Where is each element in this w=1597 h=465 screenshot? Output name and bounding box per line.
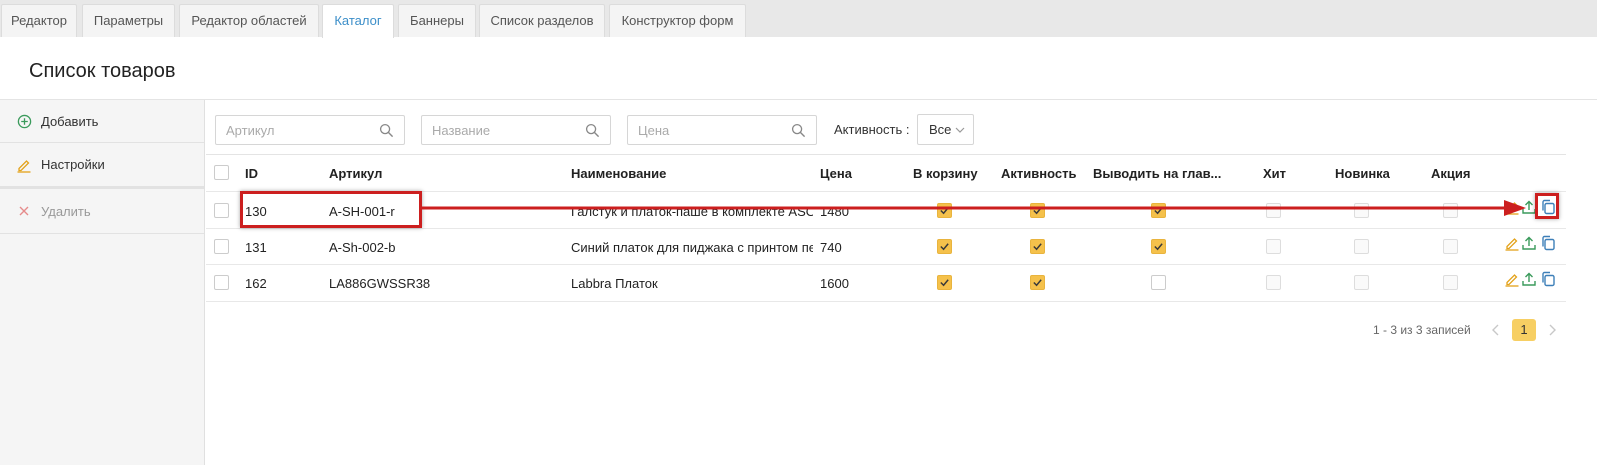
row-checkbox[interactable]: [214, 239, 229, 254]
header-article[interactable]: Артикул: [329, 166, 382, 181]
row-name[interactable]: Галстук и платок-паше в комплекте ASOS: [571, 204, 813, 219]
x-icon: [16, 203, 32, 219]
row-id: 131: [245, 240, 267, 255]
row-checkbox[interactable]: [214, 203, 229, 218]
plus-circle-icon: [16, 113, 32, 129]
header-sale[interactable]: Акция: [1431, 166, 1470, 181]
row-hit-checkbox[interactable]: [1266, 239, 1281, 254]
row-new-checkbox[interactable]: [1354, 239, 1369, 254]
price-filter-input[interactable]: [628, 116, 778, 144]
activity-filter-value: Все: [929, 122, 952, 137]
row-hit-checkbox[interactable]: [1266, 275, 1281, 290]
row-divider: [206, 301, 1566, 302]
name-filter: [421, 115, 611, 145]
article-filter: [215, 115, 405, 145]
highlight-box-copy: [1535, 193, 1559, 219]
activity-filter-label: Активность :: [834, 122, 910, 137]
row-name[interactable]: Синий платок для пиджака с принтом пейсл…: [571, 240, 813, 255]
edit-icon[interactable]: [1504, 199, 1520, 215]
copy-icon[interactable]: [1540, 235, 1556, 251]
row-price: 1480: [820, 204, 849, 219]
row-divider: [206, 264, 1566, 265]
row-main-checkbox[interactable]: [1151, 275, 1166, 290]
row-active-checkbox[interactable]: [1030, 203, 1045, 218]
row-cart-checkbox[interactable]: [937, 239, 952, 254]
upload-icon[interactable]: [1521, 235, 1537, 251]
chevron-down-icon: [954, 124, 966, 136]
edit-icon[interactable]: [1504, 235, 1520, 251]
tab-area-editor[interactable]: Редактор областей: [179, 4, 319, 37]
annotation-arrow: [422, 200, 1526, 216]
row-cart-checkbox[interactable]: [937, 275, 952, 290]
row-hit-checkbox[interactable]: [1266, 203, 1281, 218]
header-active[interactable]: Активность: [1001, 166, 1076, 181]
row-price: 740: [820, 240, 842, 255]
row-active-checkbox[interactable]: [1030, 239, 1045, 254]
row-new-checkbox[interactable]: [1354, 275, 1369, 290]
header-price[interactable]: Цена: [820, 166, 852, 181]
name-filter-input[interactable]: [422, 116, 572, 144]
tab-section-list[interactable]: Список разделов: [479, 4, 605, 37]
delete-button[interactable]: Удалить: [0, 189, 204, 234]
price-filter: [627, 115, 817, 145]
row-divider: [206, 228, 1566, 229]
header-cart[interactable]: В корзину: [913, 166, 978, 181]
article-filter-input[interactable]: [216, 116, 366, 144]
tab-bar: Редактор Параметры Редактор областей Кат…: [0, 0, 1597, 38]
row-active-checkbox[interactable]: [1030, 275, 1045, 290]
header-id[interactable]: ID: [245, 166, 258, 181]
add-button[interactable]: Добавить: [0, 100, 204, 143]
chevron-left-icon[interactable]: [1490, 322, 1502, 338]
row-main-checkbox[interactable]: [1151, 203, 1166, 218]
row-main-checkbox[interactable]: [1151, 239, 1166, 254]
search-icon[interactable]: [379, 123, 394, 138]
copy-icon[interactable]: [1540, 271, 1556, 287]
settings-button[interactable]: Настройки: [0, 143, 204, 186]
activity-filter-select[interactable]: Все: [917, 114, 974, 145]
select-all-checkbox[interactable]: [214, 165, 229, 180]
title-divider: [0, 99, 1597, 100]
row-sale-checkbox[interactable]: [1443, 203, 1458, 218]
table-top-divider: [206, 154, 1566, 155]
highlight-box-row: [240, 191, 422, 228]
add-label: Добавить: [41, 113, 99, 129]
tab-form-builder[interactable]: Конструктор форм: [609, 4, 746, 37]
pager-page-button[interactable]: 1: [1512, 319, 1536, 341]
row-name[interactable]: Labbra Платок: [571, 276, 813, 291]
row-sale-checkbox[interactable]: [1443, 275, 1458, 290]
header-name[interactable]: Наименование: [571, 166, 666, 181]
header-new[interactable]: Новинка: [1335, 166, 1390, 181]
search-icon[interactable]: [791, 123, 806, 138]
tab-parameters[interactable]: Параметры: [82, 4, 175, 37]
sidebar: Добавить Настройки Удалить: [0, 100, 205, 465]
tab-banners[interactable]: Баннеры: [398, 4, 476, 37]
tab-editor[interactable]: Редактор: [1, 4, 77, 37]
pencil-icon: [16, 157, 32, 173]
row-price: 1600: [820, 276, 849, 291]
row-article: LA886GWSSR38: [329, 276, 431, 291]
search-icon[interactable]: [585, 123, 600, 138]
delete-label: Удалить: [41, 203, 91, 219]
row-article: A-Sh-002-b: [329, 240, 396, 255]
row-checkbox[interactable]: [214, 275, 229, 290]
row-cart-checkbox[interactable]: [937, 203, 952, 218]
upload-icon[interactable]: [1521, 271, 1537, 287]
pager-info: 1 - 3 из 3 записей: [1373, 323, 1471, 337]
tab-catalog[interactable]: Каталог: [322, 4, 394, 38]
row-sale-checkbox[interactable]: [1443, 239, 1458, 254]
header-main[interactable]: Выводить на глав...: [1093, 166, 1221, 181]
settings-label: Настройки: [41, 157, 105, 172]
row-id: 162: [245, 276, 267, 291]
page-title: Список товаров: [29, 60, 176, 82]
row-new-checkbox[interactable]: [1354, 203, 1369, 218]
header-hit[interactable]: Хит: [1263, 166, 1286, 181]
chevron-right-icon[interactable]: [1546, 322, 1558, 338]
edit-icon[interactable]: [1504, 271, 1520, 287]
